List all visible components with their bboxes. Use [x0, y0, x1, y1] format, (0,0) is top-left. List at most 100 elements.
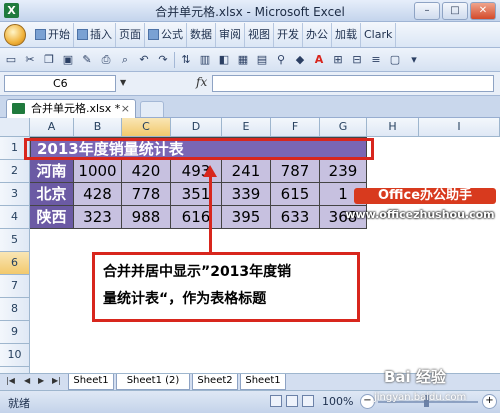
tab-label: 审阅 [219, 27, 241, 41]
merge-icon[interactable]: ⊟ [349, 52, 365, 68]
page-break-view-icon[interactable] [302, 395, 314, 407]
close-tab-icon[interactable]: × [121, 100, 130, 117]
office-button[interactable] [4, 23, 26, 46]
tab-review[interactable]: 审阅 [216, 22, 245, 47]
row-header-6[interactable]: 6 [0, 252, 30, 275]
tab-view[interactable]: 视图 [245, 22, 274, 47]
select-all-corner[interactable] [0, 118, 30, 137]
dialog-icon[interactable]: ▢ [387, 52, 403, 68]
workbook-tab[interactable]: 合并单元格.xlsx * × [6, 99, 136, 118]
font-color-icon[interactable]: A [311, 52, 327, 68]
row-header-8[interactable]: 8 [0, 298, 30, 321]
cell-a4[interactable]: 陕西 [30, 206, 74, 229]
minimize-button[interactable]: – [414, 2, 440, 20]
sheet-tab-2[interactable]: Sheet1 (2) [116, 374, 190, 390]
cell-b4[interactable]: 323 [74, 206, 122, 229]
row-header-10[interactable]: 10 [0, 344, 30, 367]
last-sheet-icon[interactable]: ▶| [52, 376, 61, 385]
zoom-in-icon[interactable]: + [482, 394, 497, 409]
tab-page-layout[interactable]: 页面 [116, 22, 145, 47]
row-header-4[interactable]: 4 [0, 206, 30, 229]
cell-f2[interactable]: 787 [271, 160, 320, 183]
border-icon[interactable]: ⊞ [330, 52, 346, 68]
cell-c4[interactable]: 988 [122, 206, 171, 229]
sheet-tab-4[interactable]: Sheet1 [240, 374, 286, 390]
cell-c2[interactable]: 420 [122, 160, 171, 183]
row-header-3[interactable]: 3 [0, 183, 30, 206]
column-header-a[interactable]: A [30, 118, 74, 137]
preview-icon[interactable]: ⌕ [117, 52, 133, 68]
column-header-i[interactable]: I [419, 118, 500, 137]
callout-line-1: 合并并居中显示”2013年度销 [103, 264, 292, 280]
row-header-5[interactable]: 5 [0, 229, 30, 252]
cell-e2[interactable]: 241 [222, 160, 271, 183]
copy-icon[interactable]: ❐ [41, 52, 57, 68]
cell-f4[interactable]: 633 [271, 206, 320, 229]
tab-data[interactable]: 数据 [187, 22, 216, 47]
tab-insert[interactable]: 插入 [74, 22, 116, 47]
save-icon[interactable]: ▣ [60, 52, 76, 68]
sheet-tab-1[interactable]: Sheet1 [68, 374, 114, 390]
sort-icon[interactable]: ⇅ [178, 52, 194, 68]
column-header-g[interactable]: G [320, 118, 367, 137]
zoom-level[interactable]: 100% [322, 395, 353, 408]
tab-office[interactable]: 办公 [303, 22, 332, 47]
sheet-tab-3[interactable]: Sheet2 [192, 374, 238, 390]
cell-a2[interactable]: 河南 [30, 160, 74, 183]
cut-icon[interactable]: ✂ [22, 52, 38, 68]
zoom-out-icon[interactable]: − [360, 394, 375, 409]
page-layout-view-icon[interactable] [286, 395, 298, 407]
cell-e3[interactable]: 339 [222, 183, 271, 206]
print-icon[interactable]: ⎙ [98, 52, 114, 68]
column-header-f[interactable]: F [271, 118, 320, 137]
normal-view-icon[interactable] [270, 395, 282, 407]
row-header-7[interactable]: 7 [0, 275, 30, 298]
new-file-icon[interactable]: ▭ [3, 52, 19, 68]
new-workbook-tab[interactable] [140, 101, 164, 117]
name-box[interactable]: C6 [4, 75, 116, 92]
workbook-tab-label: 合并单元格.xlsx * [31, 102, 121, 115]
maximize-button[interactable]: □ [442, 2, 468, 20]
format-painter-icon[interactable]: ✎ [79, 52, 95, 68]
cell-d3[interactable]: 351 [171, 183, 222, 206]
undo-icon[interactable]: ↶ [136, 52, 152, 68]
cell-b2[interactable]: 1000 [74, 160, 122, 183]
prev-sheet-icon[interactable]: ◀ [24, 376, 30, 385]
paint-bucket-icon[interactable]: ◆ [292, 52, 308, 68]
column-header-b[interactable]: B [74, 118, 122, 137]
next-sheet-icon[interactable]: ▶ [38, 376, 44, 385]
first-sheet-icon[interactable]: |◀ [6, 376, 15, 385]
column-header-c[interactable]: C [122, 118, 171, 137]
zoom-icon[interactable]: ⚲ [273, 52, 289, 68]
window-controls: – □ ✕ [414, 2, 496, 20]
align-icon[interactable]: ≡ [368, 52, 384, 68]
column-header-e[interactable]: E [222, 118, 271, 137]
cell-f3[interactable]: 615 [271, 183, 320, 206]
cell-g2[interactable]: 239 [320, 160, 367, 183]
cell-b3[interactable]: 428 [74, 183, 122, 206]
row-header-2[interactable]: 2 [0, 160, 30, 183]
column-header-d[interactable]: D [171, 118, 222, 137]
table-icon[interactable]: ▤ [254, 52, 270, 68]
cell-d4[interactable]: 616 [171, 206, 222, 229]
chart-icon[interactable]: ▥ [197, 52, 213, 68]
drawing-icon[interactable]: ◧ [216, 52, 232, 68]
tab-label: Clark [364, 27, 393, 41]
close-window-button[interactable]: ✕ [470, 2, 496, 20]
cell-e4[interactable]: 395 [222, 206, 271, 229]
tab-home[interactable]: 开始 [32, 22, 74, 47]
tab-formulas[interactable]: 公式 [145, 22, 187, 47]
name-box-dropdown-icon[interactable]: ▼ [120, 78, 126, 87]
tab-developer[interactable]: 开发 [274, 22, 303, 47]
row-header-9[interactable]: 9 [0, 321, 30, 344]
cell-c3[interactable]: 778 [122, 183, 171, 206]
options-icon[interactable]: ▾ [406, 52, 422, 68]
cell-a3[interactable]: 北京 [30, 183, 74, 206]
column-header-h[interactable]: H [367, 118, 419, 137]
formula-input[interactable] [212, 75, 494, 92]
redo-icon[interactable]: ↷ [155, 52, 171, 68]
tab-addins[interactable]: 加载 [332, 22, 361, 47]
tab-clark[interactable]: Clark [361, 22, 397, 47]
grid-icon[interactable]: ▦ [235, 52, 251, 68]
insert-function-icon[interactable]: fx [196, 75, 207, 89]
